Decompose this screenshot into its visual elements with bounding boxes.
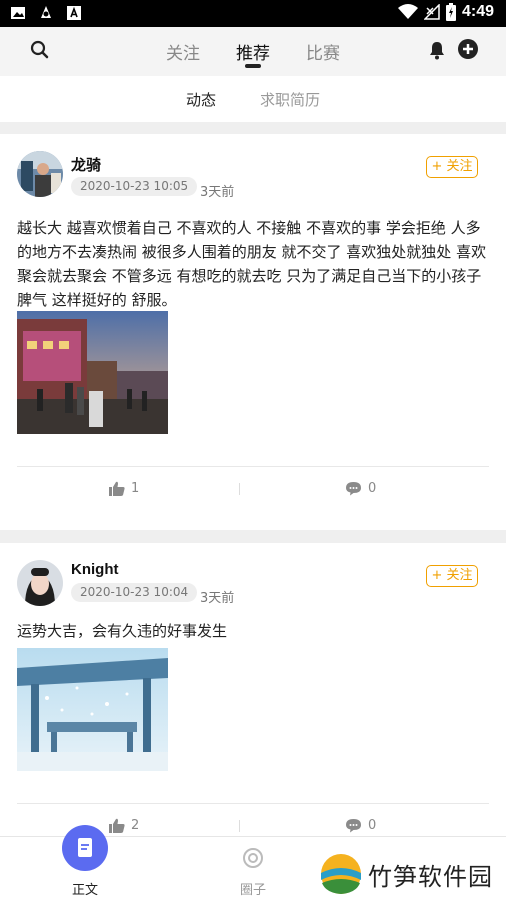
subtab-moments[interactable]: 动态 <box>186 76 216 122</box>
post-image[interactable] <box>17 311 168 434</box>
action-separator <box>239 483 240 495</box>
bell-icon[interactable] <box>428 40 446 60</box>
follow-button[interactable]: + 关注 <box>426 565 478 587</box>
post-timestamp: 2020-10-23 10:05 <box>71 177 198 196</box>
circle-community-icon[interactable] <box>242 847 264 869</box>
image-icon <box>11 7 25 19</box>
avatar[interactable] <box>17 151 63 197</box>
clock: 4:49 <box>461 3 494 20</box>
sub-tabs: 动态 求职简历 <box>0 76 506 122</box>
thumbs-up-icon <box>109 818 125 833</box>
divider <box>17 803 489 804</box>
add-icon[interactable] <box>457 38 479 60</box>
action-separator <box>239 820 240 832</box>
top-navigation: 关注 推荐 比赛 <box>0 27 506 76</box>
author-name[interactable]: Knight <box>71 561 118 578</box>
tab-recommended[interactable]: 推荐 <box>236 27 270 76</box>
subtab-job-resumes[interactable]: 求职简历 <box>260 76 320 122</box>
font-app-icon <box>67 6 81 20</box>
wifi-icon <box>397 4 418 19</box>
thumbs-up-icon <box>109 481 125 496</box>
post-timestamp: 2020-10-23 10:04 <box>71 583 198 602</box>
nav-item-circle[interactable]: 圈子 <box>238 879 268 898</box>
avatar[interactable] <box>17 560 63 606</box>
divider <box>17 466 489 467</box>
like-button[interactable]: 1 <box>109 481 139 496</box>
comment-button[interactable]: 0 <box>345 818 376 833</box>
document-button[interactable] <box>62 825 108 871</box>
post-text: 越长大 越喜欢惯着自己 不喜欢的人 不接触 不喜欢的事 学会拒绝 人多的地方不去… <box>17 219 487 309</box>
bamboo-logo-icon <box>321 854 361 894</box>
comment-icon <box>346 819 361 833</box>
like-count: 2 <box>131 818 140 833</box>
comment-button[interactable]: 0 <box>345 481 376 496</box>
follow-button[interactable]: + 关注 <box>426 156 478 178</box>
post-card: Knight 2020-10-23 10:04 3天前 + 关注 运势大吉，会有… <box>0 543 506 843</box>
like-count: 1 <box>131 481 140 496</box>
status-bar: 4:49 <box>0 0 506 27</box>
watermark-text: 竹笋软件园 <box>368 862 493 891</box>
tab-competition[interactable]: 比赛 <box>306 27 340 76</box>
relative-time: 3天前 <box>200 185 235 200</box>
nav-item-main[interactable]: 正文 <box>70 879 100 898</box>
author-name[interactable]: 龙骑 <box>71 154 101 175</box>
post-card: 龙骑 2020-10-23 10:05 3天前 + 关注 越长大 越喜欢惯着自己… <box>0 134 506 530</box>
comment-count: 0 <box>368 818 377 833</box>
relative-time: 3天前 <box>200 591 235 606</box>
comment-count: 0 <box>368 481 377 496</box>
like-button[interactable]: 2 <box>109 818 139 833</box>
comment-icon <box>346 482 361 496</box>
post-image[interactable] <box>17 648 168 771</box>
battery-icon <box>445 3 456 21</box>
notification-app-icon <box>41 6 51 18</box>
tab-following[interactable]: 关注 <box>166 27 200 76</box>
document-icon <box>78 838 92 857</box>
signal-icon <box>423 4 440 20</box>
watermark: 竹笋软件园 <box>320 853 493 895</box>
post-text: 运势大吉，会有久违的好事发生 <box>17 622 228 640</box>
